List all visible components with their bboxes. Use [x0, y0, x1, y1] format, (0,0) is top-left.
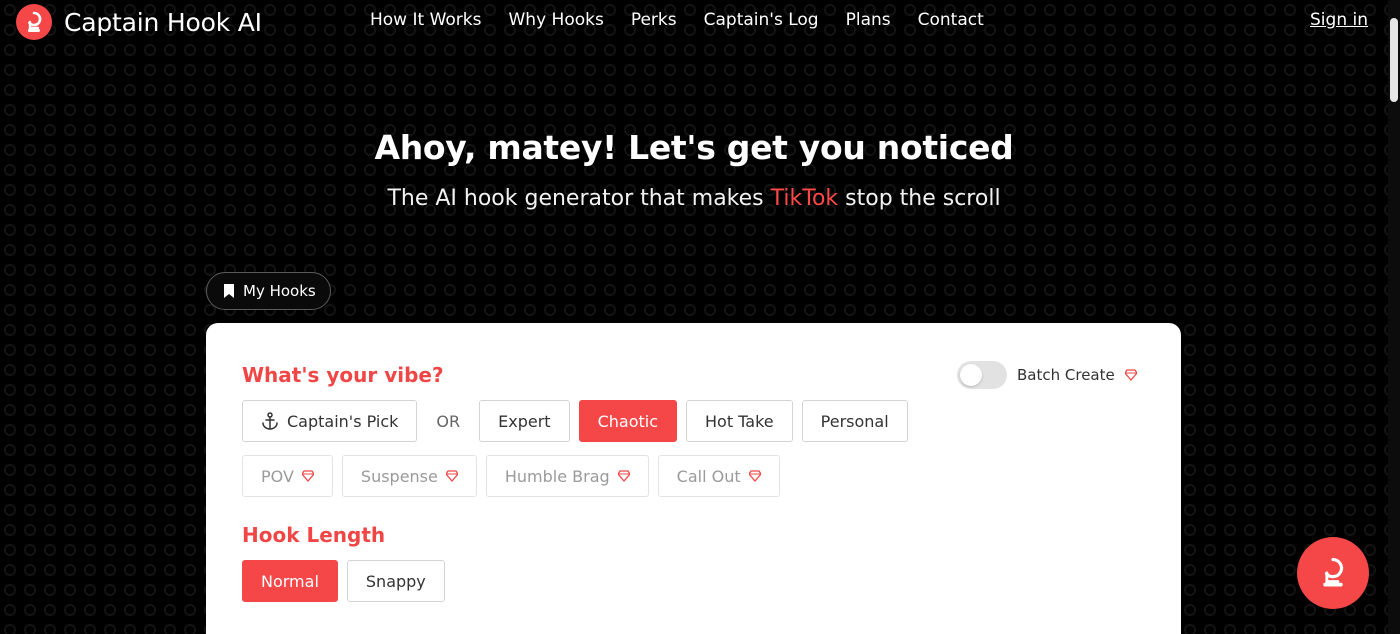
hero-subtitle-accent: TikTok	[770, 186, 839, 211]
batch-create-label: Batch Create	[1017, 366, 1115, 384]
nav-link-captains-log[interactable]: Captain's Log	[704, 10, 819, 30]
nav-link-how-it-works[interactable]: How It Works	[370, 10, 481, 30]
vibe-option-call-out[interactable]: Call Out	[657, 455, 780, 497]
gem-icon	[445, 470, 458, 482]
bookmark-icon	[224, 284, 234, 298]
brand-name: Captain Hook AI	[64, 7, 262, 37]
vibe-option-hot-take[interactable]: Hot Take	[686, 400, 793, 442]
batch-create: Batch Create	[957, 361, 1137, 389]
vibe-option-pov[interactable]: POV	[242, 455, 333, 497]
brand[interactable]: Captain Hook AI	[16, 4, 262, 40]
vibe-options-row: Captain's Pick OR Expert Chaotic Hot Tak…	[242, 400, 908, 442]
or-separator: OR	[436, 411, 461, 431]
hook-length-normal[interactable]: Normal	[242, 560, 338, 602]
sign-in-link[interactable]: Sign in	[1310, 10, 1368, 30]
my-hooks-button[interactable]: My Hooks	[206, 272, 331, 310]
hook-length-row: Normal Snappy	[242, 560, 445, 602]
hero-subtitle-pre: The AI hook generator that makes	[387, 186, 771, 211]
vibe-option-label: Expert	[498, 411, 551, 431]
hook-length-label: Normal	[261, 571, 319, 591]
vibe-option-chaotic[interactable]: Chaotic	[578, 400, 677, 442]
nav-link-perks[interactable]: Perks	[631, 10, 677, 30]
gem-icon	[617, 470, 630, 482]
batch-create-toggle[interactable]	[957, 361, 1007, 389]
my-hooks-label: My Hooks	[243, 282, 316, 300]
premium-vibe-row: POV Suspense Humble Brag Call Out	[242, 455, 780, 497]
vibe-option-label: Call Out	[676, 466, 741, 486]
vibe-option-label: Humble Brag	[504, 466, 610, 486]
vibe-option-label: Suspense	[360, 466, 438, 486]
anchor-icon	[262, 412, 278, 430]
page-scrollbar[interactable]	[1388, 0, 1400, 634]
gem-icon	[301, 470, 314, 482]
hook-length-label: Snappy	[365, 571, 426, 591]
vibe-option-label: Chaotic	[597, 411, 658, 431]
gem-icon	[748, 470, 761, 482]
hook-generator-card: What's your vibe? Batch Create Captain's…	[206, 323, 1181, 634]
hero-subtitle: The AI hook generator that makes TikTok …	[0, 186, 1388, 211]
scrollbar-thumb[interactable]	[1390, 18, 1398, 102]
vibe-option-suspense[interactable]: Suspense	[341, 455, 477, 497]
nav-links: How It Works Why Hooks Perks Captain's L…	[370, 10, 984, 30]
vibe-option-captains-pick[interactable]: Captain's Pick	[242, 400, 418, 442]
nav-link-why-hooks[interactable]: Why Hooks	[508, 10, 603, 30]
vibe-option-label: Personal	[820, 411, 889, 431]
captain-hook-logo-icon	[16, 4, 52, 40]
nav-link-plans[interactable]: Plans	[846, 10, 891, 30]
chat-launcher-button[interactable]	[1297, 537, 1369, 609]
captain-hook-logo-icon	[1323, 557, 1344, 587]
vibe-option-expert[interactable]: Expert	[479, 400, 570, 442]
vibe-section-title: What's your vibe?	[242, 363, 444, 387]
gem-icon	[1124, 369, 1137, 381]
hero-subtitle-post: stop the scroll	[838, 186, 1001, 211]
vibe-option-label: Captain's Pick	[287, 411, 399, 431]
toggle-knob	[960, 364, 982, 386]
vibe-option-personal[interactable]: Personal	[801, 400, 908, 442]
top-nav: Captain Hook AI How It Works Why Hooks P…	[0, 0, 1388, 44]
hook-length-snappy[interactable]: Snappy	[346, 560, 445, 602]
nav-link-contact[interactable]: Contact	[918, 10, 984, 30]
vibe-option-label: Hot Take	[705, 411, 774, 431]
hook-length-title: Hook Length	[242, 523, 386, 547]
vibe-option-humble-brag[interactable]: Humble Brag	[485, 455, 649, 497]
vibe-option-label: POV	[261, 466, 294, 486]
hero-title: Ahoy, matey! Let's get you noticed	[374, 128, 1014, 167]
